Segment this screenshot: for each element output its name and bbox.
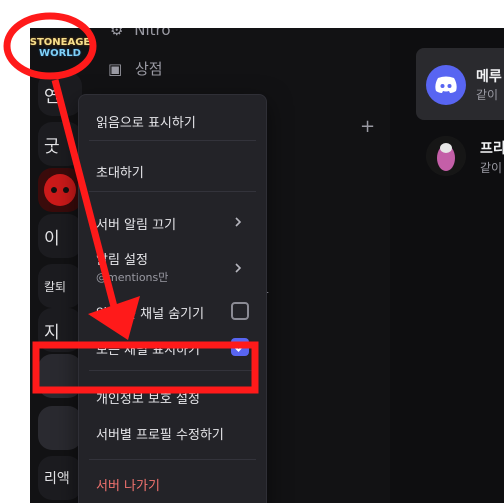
checkmark-icon: [234, 342, 246, 352]
server-label: 칼퇴: [44, 279, 67, 294]
nitro-label: Nitro: [134, 28, 171, 39]
nitro-row[interactable]: ⚙ Nitro: [110, 28, 171, 39]
shop-row[interactable]: ▣ 상점: [108, 58, 163, 79]
discord-avatar: [426, 65, 466, 105]
dm-name: 메루: [476, 69, 502, 85]
dm-subtitle: 같이: [476, 88, 499, 102]
menu-item-hide-muted-channels[interactable]: 알림 끈 채널 숨기기: [96, 303, 204, 322]
menu-item-show-all-channels[interactable]: 모든 채널 표시하기: [96, 339, 200, 358]
server-icon[interactable]: 이: [38, 214, 82, 258]
stoneage-world-server-icon[interactable]: STONEAGE WORLD: [30, 34, 91, 62]
menu-divider: [89, 191, 256, 192]
menu-item-mark-read[interactable]: 읽음으로 표시하기: [96, 112, 196, 131]
devil-avatar-icon: [44, 174, 76, 206]
dm-name: 프리: [480, 141, 504, 157]
discord-logo-icon: [435, 76, 457, 93]
notification-setting-value: @mentions만: [96, 271, 169, 284]
server-label: 지: [44, 322, 60, 343]
logo-line2: WORLD: [39, 48, 81, 59]
server-icon[interactable]: 연: [38, 72, 82, 116]
server-label: 연: [44, 86, 60, 107]
server-icon[interactable]: [38, 406, 82, 450]
menu-item-invite[interactable]: 초대하기: [96, 162, 144, 181]
dm-panel: 메루 같이 프리 같이: [390, 28, 504, 503]
server-icon[interactable]: 칼퇴: [38, 264, 82, 308]
chevron-right-icon: [235, 217, 242, 227]
hide-muted-checkbox[interactable]: [231, 302, 249, 320]
menu-item-mute-server[interactable]: 서버 알림 끄기: [96, 214, 176, 233]
server-label: 이: [44, 228, 60, 249]
server-icon[interactable]: [38, 168, 82, 212]
menu-item-edit-server-profile[interactable]: 서버별 프로필 수정하기: [96, 424, 224, 443]
chevron-right-icon: [235, 263, 242, 273]
server-icon[interactable]: 지: [38, 308, 82, 352]
server-icon[interactable]: [38, 354, 82, 398]
server-label: 굿: [44, 136, 60, 157]
dm-item-selected[interactable]: 메루 같이: [416, 48, 504, 120]
logo-line1: STONEAGE: [30, 37, 91, 48]
menu-divider: [89, 370, 256, 371]
menu-divider: [89, 140, 256, 141]
menu-item-privacy-settings[interactable]: 개인정보 보호 설정: [96, 388, 200, 407]
server-context-menu: 읽음으로 표시하기 초대하기 서버 알림 끄기 알림 설정 @mentions만…: [78, 94, 267, 503]
dm-subtitle: 같이: [480, 161, 503, 175]
add-channel-plus-icon[interactable]: +: [360, 116, 375, 137]
dm-avatar[interactable]: [426, 136, 466, 176]
show-all-checkbox[interactable]: [231, 338, 249, 356]
discord-app: STONEAGE WORLD 연 굿 이 칼퇴 지 리액 ⚙ Nitro ▣ 상…: [30, 28, 504, 503]
nitro-icon: ⚙: [110, 28, 124, 39]
shop-icon: ▣: [108, 60, 123, 78]
server-label: 리액: [44, 471, 70, 487]
server-icon[interactable]: 리액: [38, 456, 82, 500]
menu-divider: [89, 459, 256, 460]
shop-label: 상점: [134, 60, 163, 78]
server-icon[interactable]: 굿: [38, 122, 82, 166]
character-avatar-icon: [426, 136, 466, 176]
menu-item-notification-settings[interactable]: 알림 설정: [96, 249, 148, 268]
menu-item-leave-server[interactable]: 서버 나가기: [96, 475, 160, 494]
